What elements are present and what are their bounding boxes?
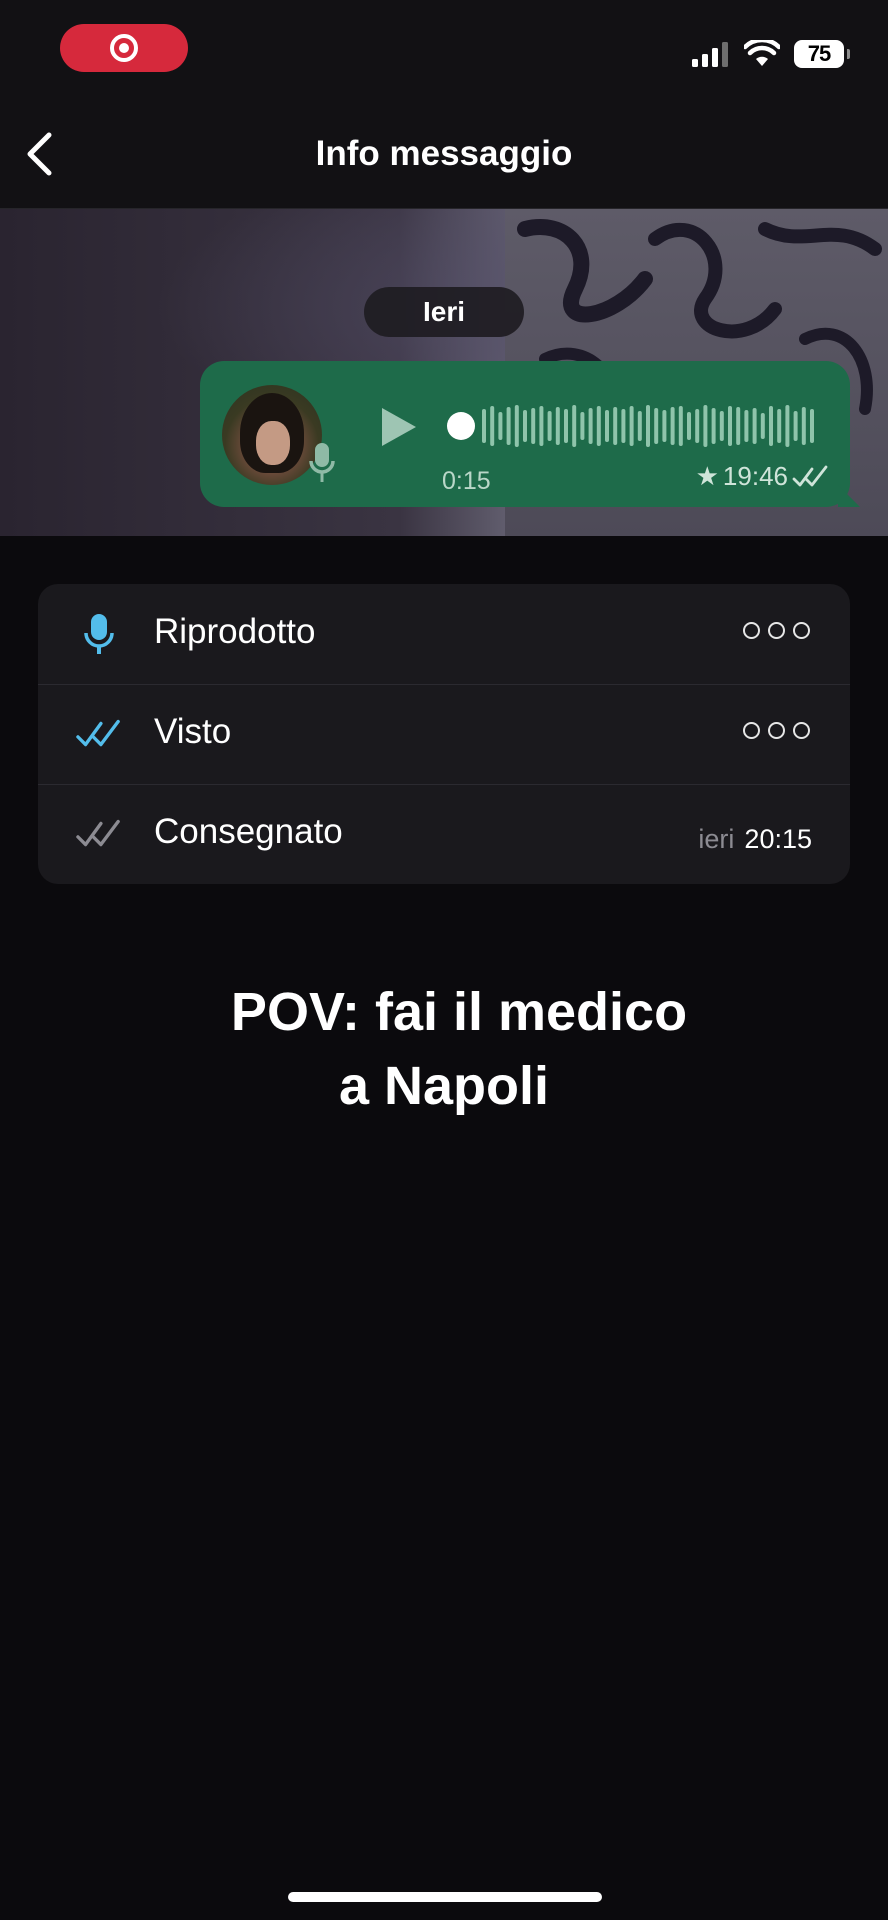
message-time: 19:46: [722, 461, 788, 491]
pending-dots-icon: [743, 622, 810, 639]
microphone-icon: [76, 612, 122, 656]
home-indicator[interactable]: [288, 1892, 602, 1902]
navigation-bar: Info messaggio: [0, 100, 888, 209]
delivered-day: ieri: [698, 824, 735, 854]
video-caption: POV: fai il medico a Napoli: [0, 975, 888, 1123]
status-icons: 75: [692, 40, 850, 68]
date-chip-label: Ieri: [422, 296, 466, 327]
avatar: [222, 385, 322, 485]
page-title: Info messaggio: [315, 134, 573, 173]
double-check-gray-icon: [76, 812, 122, 856]
battery-indicator: 75: [794, 40, 850, 68]
message-info-screen: 75 Info messaggio Ieri 0:15 ★ 19:46 Ripr…: [0, 0, 888, 1920]
delivered-timestamp: ieri 20:15: [698, 824, 812, 855]
status-bar: 75: [0, 0, 888, 100]
info-row-played[interactable]: Riprodotto: [38, 584, 850, 684]
info-row-seen[interactable]: Visto: [38, 684, 850, 784]
info-row-delivered[interactable]: Consegnato ieri 20:15: [38, 784, 850, 884]
record-icon: [110, 34, 138, 62]
message-meta: ★ 19:46: [696, 461, 830, 492]
info-row-label: Consegnato: [154, 812, 343, 851]
cellular-signal-icon: [692, 42, 728, 67]
microphone-badge-icon: [309, 443, 335, 482]
delivered-time: 20:15: [744, 824, 812, 854]
wifi-icon: [744, 40, 780, 66]
message-info-list: Riprodotto Visto Consegnato ieri 20:15: [38, 584, 850, 884]
voice-duration: 0:15: [442, 467, 491, 495]
voice-message-bubble[interactable]: 0:15 ★ 19:46: [200, 361, 860, 507]
double-check-blue-icon: [76, 712, 122, 756]
audio-waveform[interactable]: [446, 403, 826, 449]
star-icon: ★: [695, 461, 719, 491]
chat-preview: Ieri 0:15 ★ 19:46: [0, 209, 888, 536]
info-row-label: Visto: [154, 712, 232, 751]
play-icon[interactable]: [378, 405, 420, 449]
caption-line-2: a Napoli: [338, 1056, 550, 1116]
pending-dots-icon: [743, 722, 810, 739]
battery-level: 75: [807, 41, 832, 66]
screen-recording-indicator[interactable]: [60, 24, 188, 72]
caption-line-1: POV: fai il medico: [230, 982, 688, 1042]
info-row-label: Riprodotto: [154, 612, 316, 651]
date-chip: Ieri: [364, 287, 524, 337]
double-check-icon: [792, 465, 828, 486]
